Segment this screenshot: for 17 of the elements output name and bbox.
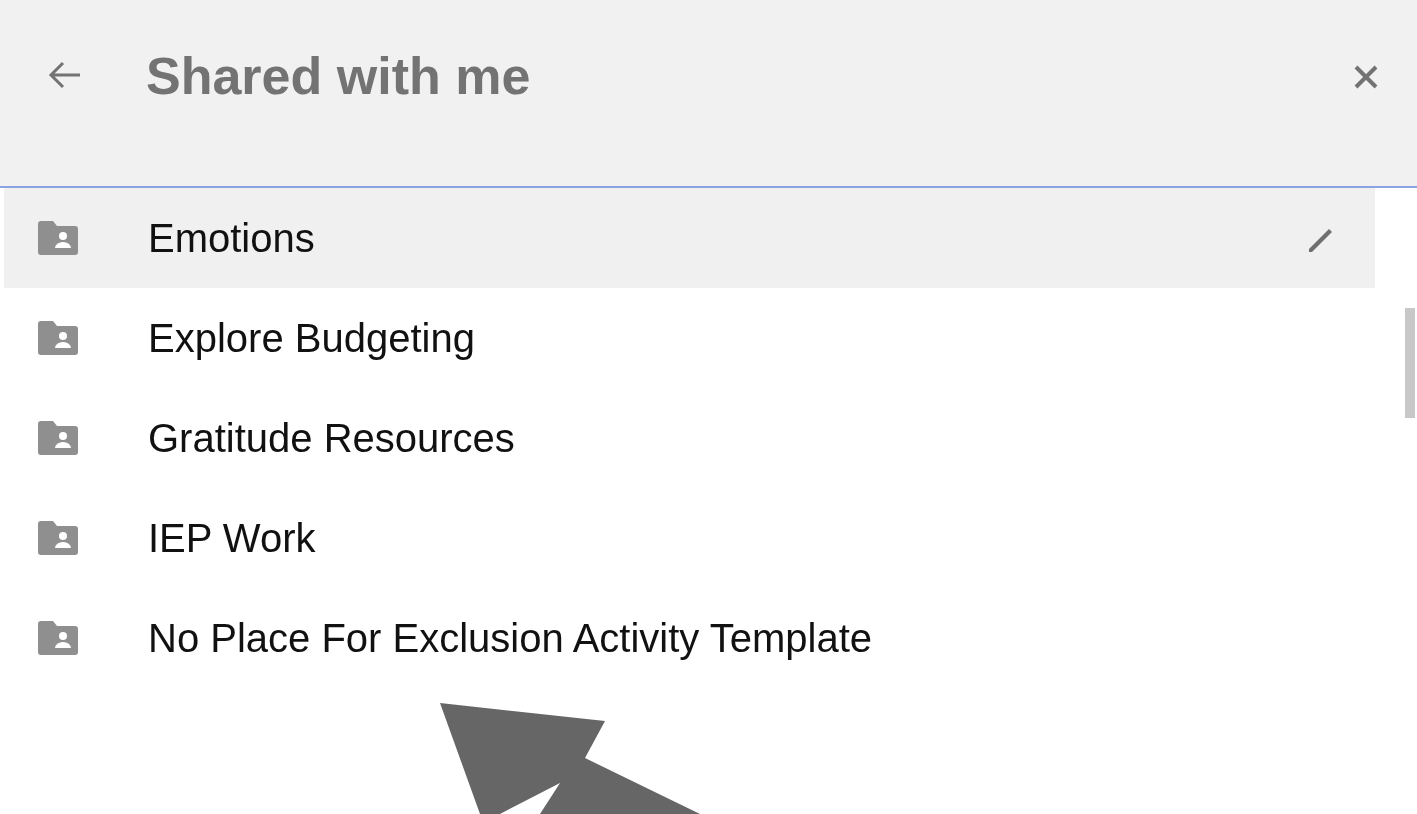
shared-folder-icon [38, 221, 78, 255]
shared-folder-icon [38, 421, 78, 455]
shared-folder-icon [38, 521, 78, 555]
folder-row[interactable]: Emotions [4, 188, 1375, 288]
folder-name: No Place For Exclusion Activity Template [148, 615, 873, 661]
folder-row[interactable]: IEP Work [4, 488, 1375, 588]
folder-row[interactable]: Explore Budgeting [4, 288, 1375, 388]
folder-row[interactable]: No Place For Exclusion Activity Template [4, 588, 1375, 688]
shared-folder-icon [38, 621, 78, 655]
shared-folder-icon [38, 321, 78, 355]
folder-name: Gratitude Resources [148, 415, 516, 461]
folder-row[interactable]: Gratitude Resources [4, 388, 1375, 488]
scrollbar-thumb[interactable] [1405, 308, 1415, 418]
folder-name: IEP Work [148, 515, 317, 561]
folder-name: Emotions [148, 215, 316, 261]
dialog-title: Shared with me [146, 46, 532, 107]
folder-name: Explore Budgeting [148, 315, 476, 361]
